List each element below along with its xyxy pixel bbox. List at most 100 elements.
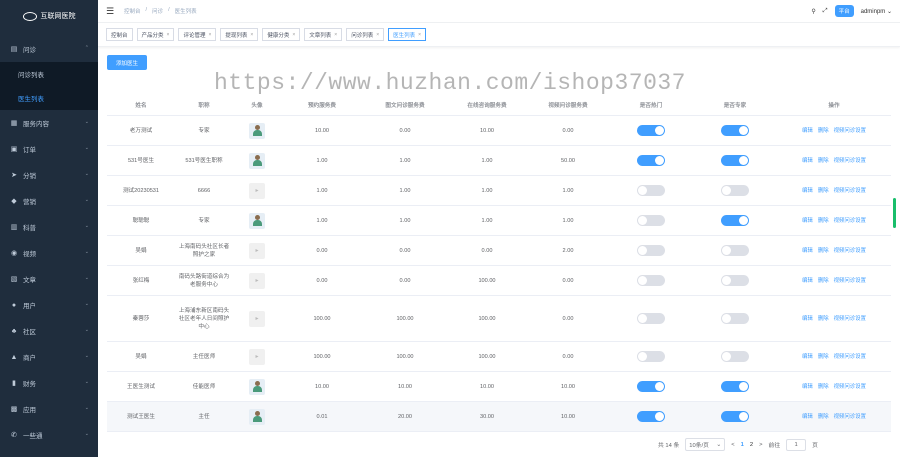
sidebar-subitem-1[interactable]: 医生列表 xyxy=(0,86,98,110)
edit-link[interactable]: 编辑 xyxy=(802,187,813,195)
delete-link[interactable]: 删除 xyxy=(818,383,829,391)
hot-toggle[interactable] xyxy=(637,381,665,392)
sidebar-item-5[interactable]: ▥ 科普 ⌄ xyxy=(0,214,98,240)
close-icon[interactable]: × xyxy=(418,32,421,38)
page-1[interactable]: 1 xyxy=(741,442,744,448)
user-menu[interactable]: adminpm ⌄ xyxy=(861,8,892,15)
video-settings-link[interactable]: 视频问诊设置 xyxy=(834,247,866,255)
video-settings-link[interactable]: 视频问诊设置 xyxy=(834,127,866,135)
expert-toggle[interactable] xyxy=(721,155,749,166)
hot-toggle[interactable] xyxy=(637,411,665,422)
hot-toggle[interactable] xyxy=(637,313,665,324)
platform-badge[interactable]: 平台 xyxy=(834,5,854,17)
breadcrumb-item[interactable]: 控制台 xyxy=(124,7,141,15)
delete-link[interactable]: 删除 xyxy=(818,413,829,421)
breadcrumb-separator: / xyxy=(145,7,148,13)
sidebar-item-13[interactable]: ✆ 一些通 ⌄ xyxy=(0,422,98,448)
edit-link[interactable]: 编辑 xyxy=(802,315,813,323)
sidebar-item-7[interactable]: ▧ 文章 ⌄ xyxy=(0,266,98,292)
expert-toggle[interactable] xyxy=(721,185,749,196)
edit-link[interactable]: 编辑 xyxy=(802,247,813,255)
video-settings-link[interactable]: 视频问诊设置 xyxy=(834,217,866,225)
scrollbar[interactable] xyxy=(893,198,896,228)
hot-toggle[interactable] xyxy=(637,351,665,362)
page-2[interactable]: 2 xyxy=(750,442,753,448)
tag-0[interactable]: 控制台 xyxy=(106,28,133,41)
hot-toggle[interactable] xyxy=(637,185,665,196)
tag-2[interactable]: 评论管理 × xyxy=(178,28,217,41)
add-doctor-button[interactable]: 添加医生 xyxy=(107,55,147,70)
sidebar-item-0[interactable]: ▤ 问诊 ⌃ xyxy=(0,36,98,62)
delete-link[interactable]: 删除 xyxy=(818,187,829,195)
close-icon[interactable]: × xyxy=(376,32,379,38)
sidebar-item-9[interactable]: ♣ 社区 ⌄ xyxy=(0,318,98,344)
close-icon[interactable]: × xyxy=(167,32,170,38)
video-settings-link[interactable]: 视频问诊设置 xyxy=(834,353,866,361)
edit-link[interactable]: 编辑 xyxy=(802,277,813,285)
delete-link[interactable]: 删除 xyxy=(818,217,829,225)
search-icon[interactable]: ⚲ xyxy=(811,8,815,15)
hot-toggle[interactable] xyxy=(637,245,665,256)
sidebar-item-12[interactable]: ▩ 应用 ⌄ xyxy=(0,396,98,422)
expert-toggle[interactable] xyxy=(721,275,749,286)
breadcrumb-item[interactable]: 问诊 xyxy=(152,7,163,15)
delete-link[interactable]: 删除 xyxy=(818,127,829,135)
edit-link[interactable]: 编辑 xyxy=(802,353,813,361)
goto-input[interactable]: 1 xyxy=(786,438,807,451)
sidebar-item-2[interactable]: ▣ 订单 ⌄ xyxy=(0,136,98,162)
edit-link[interactable]: 编辑 xyxy=(802,157,813,165)
hot-toggle[interactable] xyxy=(637,275,665,286)
tag-3[interactable]: 提现列表 × xyxy=(220,28,259,41)
tag-1[interactable]: 产品分类 × xyxy=(136,28,175,41)
hot-toggle[interactable] xyxy=(637,215,665,226)
hot-toggle[interactable] xyxy=(637,125,665,136)
expert-toggle[interactable] xyxy=(721,313,749,324)
delete-link[interactable]: 删除 xyxy=(818,277,829,285)
expert-toggle[interactable] xyxy=(721,411,749,422)
expert-toggle[interactable] xyxy=(721,215,749,226)
video-settings-link[interactable]: 视频问诊设置 xyxy=(834,383,866,391)
edit-link[interactable]: 编辑 xyxy=(802,383,813,391)
hamburger-icon[interactable]: ☰ xyxy=(106,6,118,17)
expert-toggle[interactable] xyxy=(721,381,749,392)
edit-link[interactable]: 编辑 xyxy=(802,413,813,421)
edit-link[interactable]: 编辑 xyxy=(802,217,813,225)
sidebar-item-10[interactable]: ▲ 商户 ⌄ xyxy=(0,344,98,370)
delete-link[interactable]: 删除 xyxy=(818,247,829,255)
page-size-select[interactable]: 10条/页 ⌄ xyxy=(685,438,726,451)
delete-link[interactable]: 删除 xyxy=(818,315,829,323)
tag-4[interactable]: 健康分类 × xyxy=(262,28,301,41)
table-row: 测试王医生 主任 0.01 20.00 30.00 10.00 编辑 删除 视频问诊设置 xyxy=(107,402,891,432)
prev-page-button[interactable]: < xyxy=(731,442,734,448)
tag-6[interactable]: 问诊列表 × xyxy=(346,28,385,41)
sidebar-item-4[interactable]: ◆ 营销 ⌄ xyxy=(0,188,98,214)
delete-link[interactable]: 删除 xyxy=(818,157,829,165)
video-settings-link[interactable]: 视频问诊设置 xyxy=(834,315,866,323)
video-settings-link[interactable]: 视频问诊设置 xyxy=(834,157,866,165)
close-icon[interactable]: × xyxy=(334,32,337,38)
expert-toggle[interactable] xyxy=(721,125,749,136)
sidebar-subitem-0[interactable]: 问诊列表 xyxy=(0,62,98,86)
edit-link[interactable]: 编辑 xyxy=(802,127,813,135)
sidebar-item-11[interactable]: ▮ 财务 ⌄ xyxy=(0,370,98,396)
close-icon[interactable]: × xyxy=(292,32,295,38)
breadcrumb-item[interactable]: 医生列表 xyxy=(175,7,197,15)
sidebar-item-6[interactable]: ◉ 视频 ⌄ xyxy=(0,240,98,266)
fullscreen-icon[interactable]: ⤢ xyxy=(823,8,828,15)
delete-link[interactable]: 删除 xyxy=(818,353,829,361)
expert-toggle[interactable] xyxy=(721,351,749,362)
tag-5[interactable]: 文章列表 × xyxy=(304,28,343,41)
sidebar-item-8[interactable]: ● 用户 ⌄ xyxy=(0,292,98,318)
close-icon[interactable]: × xyxy=(208,32,211,38)
close-icon[interactable]: × xyxy=(250,32,253,38)
video-settings-link[interactable]: 视频问诊设置 xyxy=(834,187,866,195)
text-consult-fee: 100.00 xyxy=(396,353,414,360)
tag-7[interactable]: 医生列表 × xyxy=(388,28,427,41)
video-settings-link[interactable]: 视频问诊设置 xyxy=(834,413,866,421)
hot-toggle[interactable] xyxy=(637,155,665,166)
next-page-button[interactable]: > xyxy=(759,442,762,448)
sidebar-item-1[interactable]: ▦ 服务内容 ⌄ xyxy=(0,110,98,136)
expert-toggle[interactable] xyxy=(721,245,749,256)
video-settings-link[interactable]: 视频问诊设置 xyxy=(834,277,866,285)
sidebar-item-3[interactable]: ➤ 分销 ⌄ xyxy=(0,162,98,188)
